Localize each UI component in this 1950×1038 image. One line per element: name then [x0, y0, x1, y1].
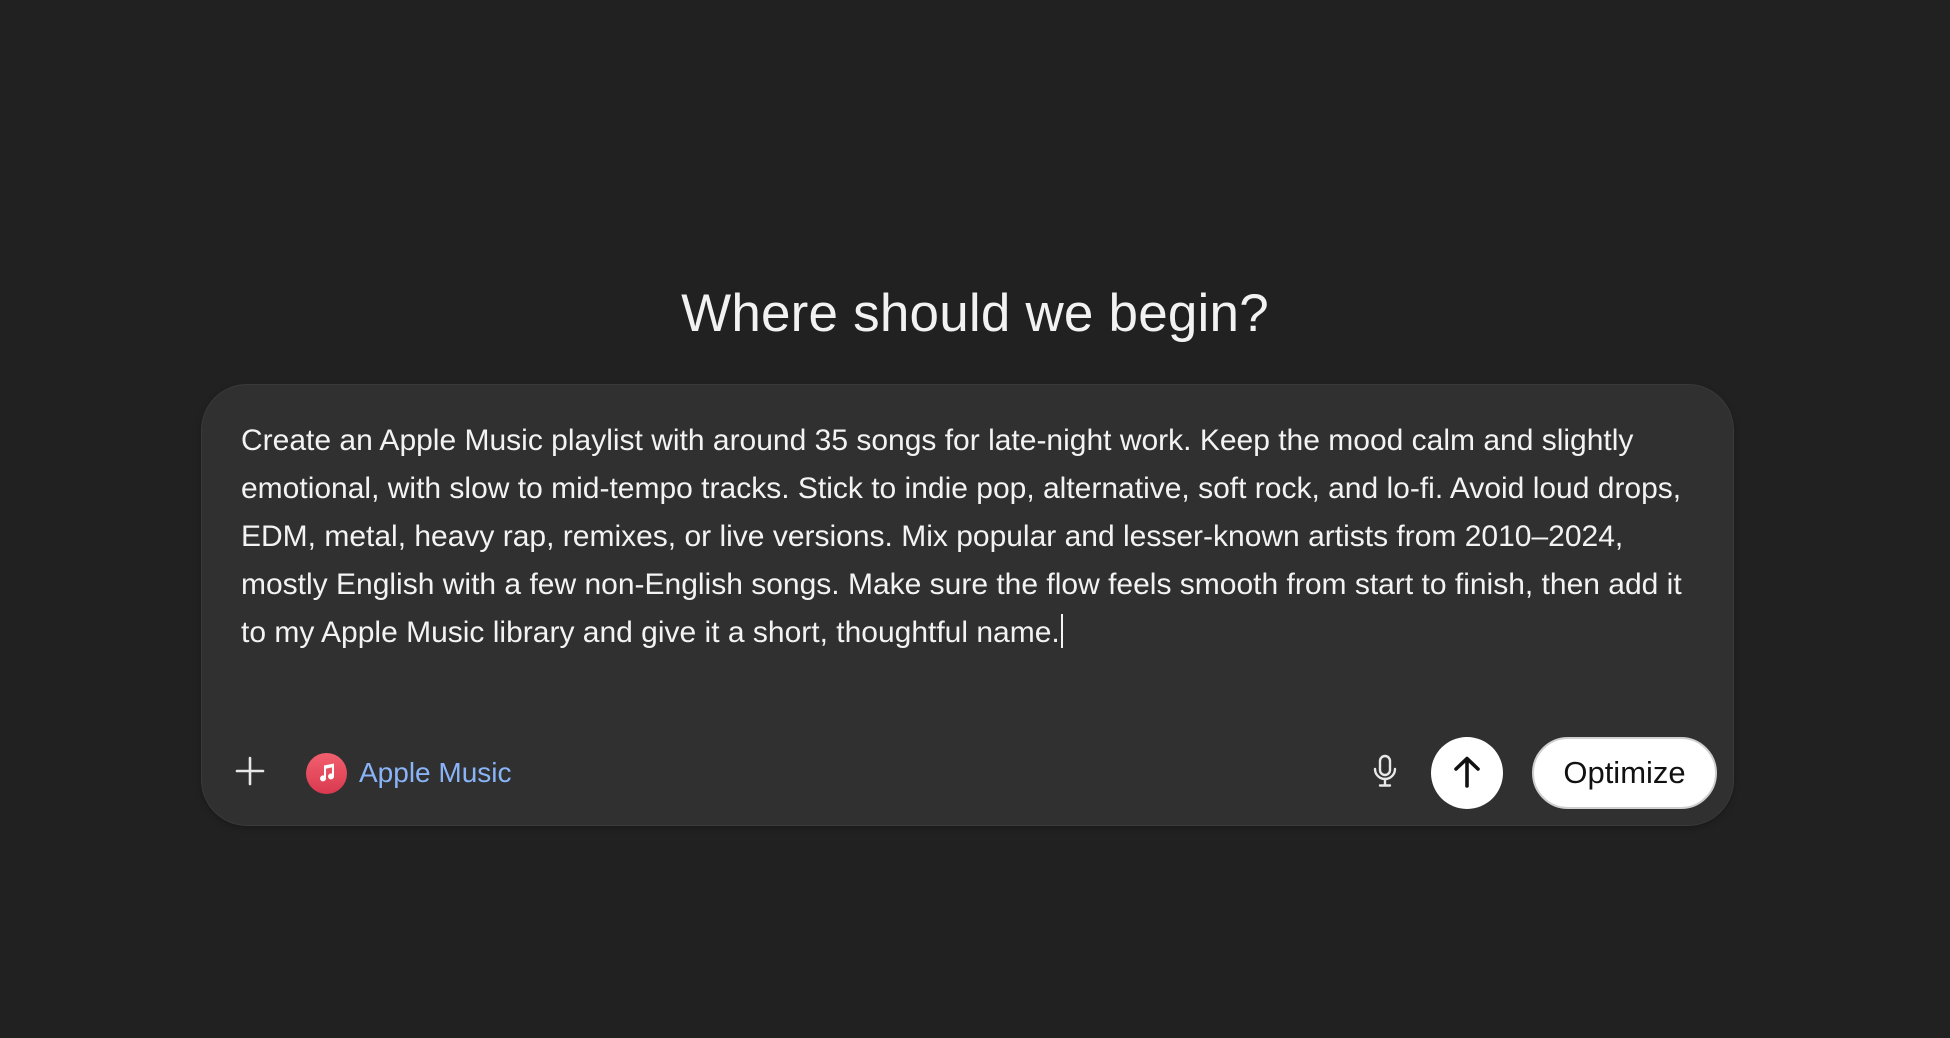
optimize-button[interactable]: Optimize [1532, 737, 1717, 809]
voice-input-button[interactable] [1361, 749, 1409, 797]
plus-icon [234, 755, 266, 792]
prompt-text: Create an Apple Music playlist with arou… [241, 424, 1682, 649]
prompt-input[interactable]: Create an Apple Music playlist with arou… [241, 417, 1701, 657]
apple-music-connector[interactable]: Apple Music [306, 751, 512, 795]
send-button[interactable] [1431, 737, 1503, 809]
music-note-icon [306, 752, 347, 794]
chat-home-page: Where should we begin? Create an Apple M… [0, 0, 1950, 1038]
prompt-composer[interactable]: Create an Apple Music playlist with arou… [201, 384, 1734, 826]
connector-label: Apple Music [359, 757, 512, 788]
page-title: Where should we begin? [681, 283, 1269, 343]
add-attachment-button[interactable] [226, 749, 274, 797]
microphone-icon [1370, 753, 1400, 794]
text-caret [1060, 614, 1063, 648]
composer-toolbar: Apple Music Optimize [202, 737, 1733, 809]
arrow-up-icon [1451, 755, 1483, 792]
